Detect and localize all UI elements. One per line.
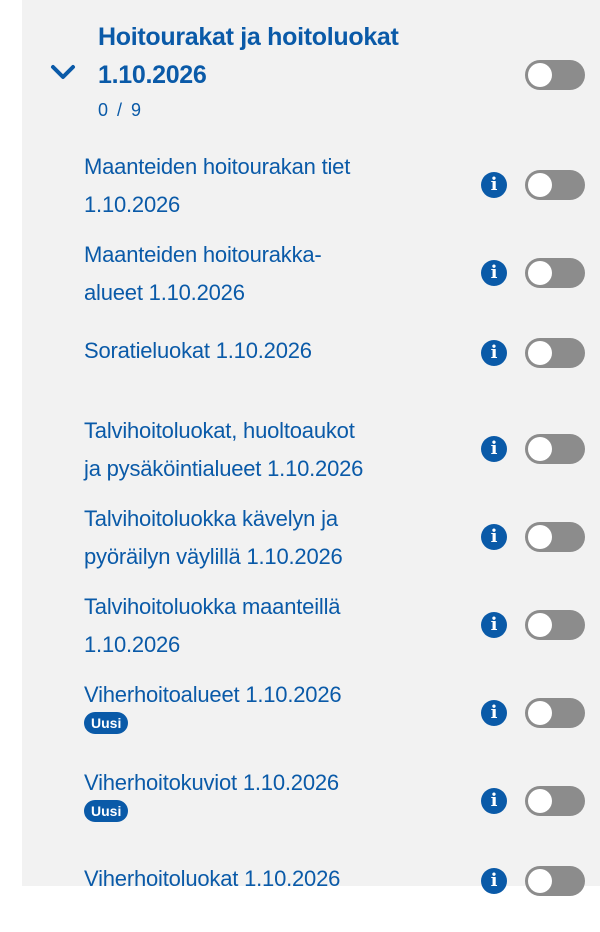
- layer-group-title[interactable]: Hoitourakat ja hoitoluokat 1.10.2026: [98, 18, 478, 94]
- layer-toggle[interactable]: [525, 522, 585, 552]
- info-icon[interactable]: i: [481, 436, 507, 462]
- toggle-knob: [528, 261, 552, 285]
- toggle-knob: [528, 341, 552, 365]
- layer-toggle[interactable]: [525, 258, 585, 288]
- layer-name[interactable]: Soratieluokat 1.10.2026: [84, 332, 464, 370]
- info-icon[interactable]: i: [481, 788, 507, 814]
- toggle-knob: [528, 869, 552, 893]
- toggle-knob: [528, 613, 552, 637]
- layer-name-line: 1.10.2026: [84, 192, 181, 217]
- group-title-line-2: 1.10.2026: [98, 61, 207, 89]
- layer-toggle[interactable]: [525, 338, 585, 368]
- layer-toggle[interactable]: [525, 170, 585, 200]
- layer-row: Viherhoitoluokat 1.10.2026 i: [22, 844, 600, 932]
- layer-toggle[interactable]: [525, 610, 585, 640]
- layer-name-line: Viherhoitokuviot 1.10.2026: [84, 770, 339, 795]
- layer-list: Maanteiden hoitourakan tiet 1.10.2026 i Maa…: [22, 140, 600, 932]
- layer-name[interactable]: Viherhoitoalueet 1.10.2026 Uusi: [84, 676, 464, 734]
- layer-name-line: Soratieluokat 1.10.2026: [84, 338, 312, 363]
- toggle-knob: [528, 701, 552, 725]
- layer-name[interactable]: Viherhoitokuviot 1.10.2026 Uusi: [84, 764, 464, 822]
- layer-name-line: Maanteiden hoitourakka-: [84, 242, 322, 267]
- group-active-count: 0 / 9: [98, 100, 144, 120]
- layer-row: Viherhoitokuviot 1.10.2026 Uusi i: [22, 756, 600, 844]
- layer-row: Talvihoitoluokat, huoltoaukot ja pysäköin…: [22, 404, 600, 492]
- layer-name-line: ja pysäköintialueet 1.10.2026: [84, 456, 364, 481]
- new-badge: Uusi: [84, 712, 129, 734]
- layer-toggle[interactable]: [525, 698, 585, 728]
- layer-name-line: 1.10.2026: [84, 632, 181, 657]
- new-badge: Uusi: [84, 800, 129, 822]
- toggle-knob: [528, 437, 552, 461]
- toggle-knob: [528, 63, 552, 87]
- info-icon[interactable]: i: [481, 612, 507, 638]
- layer-name-line: Viherhoitoluokat 1.10.2026: [84, 866, 341, 891]
- layer-toggle[interactable]: [525, 866, 585, 896]
- group-title-line-1: Hoitourakat ja hoitoluokat: [98, 23, 399, 51]
- layer-row: Maanteiden hoitourakan tiet 1.10.2026 i: [22, 140, 600, 228]
- info-icon[interactable]: i: [481, 172, 507, 198]
- layer-name[interactable]: Viherhoitoluokat 1.10.2026: [84, 860, 464, 898]
- layer-name-line: Talvihoitoluokka kävelyn ja: [84, 506, 338, 531]
- layer-name[interactable]: Talvihoitoluokat, huoltoaukot ja pysäköin…: [84, 412, 464, 488]
- layer-name[interactable]: Talvihoitoluokka kävelyn ja pyöräilyn väy…: [84, 500, 464, 576]
- layer-name-line: Talvihoitoluokka maanteillä: [84, 594, 341, 619]
- layer-name[interactable]: Maanteiden hoitourakka-alueet 1.10.2026: [84, 236, 464, 312]
- layer-name-line: Viherhoitoalueet 1.10.2026: [84, 682, 342, 707]
- layer-row: Talvihoitoluokka maanteillä 1.10.2026 i: [22, 580, 600, 668]
- info-icon[interactable]: i: [481, 524, 507, 550]
- layer-row: Maanteiden hoitourakka-alueet 1.10.2026 i: [22, 228, 600, 316]
- info-icon[interactable]: i: [481, 700, 507, 726]
- toggle-knob: [528, 789, 552, 813]
- layer-toggle[interactable]: [525, 786, 585, 816]
- layer-group-panel: Hoitourakat ja hoitoluokat 1.10.2026 0 /…: [22, 0, 600, 896]
- layer-group-header[interactable]: Hoitourakat ja hoitoluokat 1.10.2026 0 /…: [22, 0, 600, 140]
- info-icon[interactable]: i: [481, 260, 507, 286]
- layer-name-line: Talvihoitoluokat, huoltoaukot: [84, 418, 355, 443]
- layer-name-line: Maanteiden hoitourakan tiet: [84, 154, 351, 179]
- info-icon[interactable]: i: [481, 868, 507, 894]
- layer-row: Viherhoitoalueet 1.10.2026 Uusi i: [22, 668, 600, 756]
- toggle-knob: [528, 525, 552, 549]
- layer-name[interactable]: Talvihoitoluokka maanteillä 1.10.2026: [84, 588, 464, 664]
- layer-row: Talvihoitoluokka kävelyn ja pyöräilyn väy…: [22, 492, 600, 580]
- layer-name[interactable]: Maanteiden hoitourakan tiet 1.10.2026: [84, 148, 464, 224]
- layer-name-line: alueet 1.10.2026: [84, 280, 245, 305]
- layer-toggle[interactable]: [525, 434, 585, 464]
- layer-name-line: pyöräilyn väylillä 1.10.2026: [84, 544, 343, 569]
- chevron-down-icon[interactable]: [49, 58, 77, 86]
- group-toggle[interactable]: [525, 60, 585, 90]
- toggle-knob: [528, 173, 552, 197]
- layer-row: Soratieluokat 1.10.2026 i: [22, 316, 600, 404]
- info-icon[interactable]: i: [481, 340, 507, 366]
